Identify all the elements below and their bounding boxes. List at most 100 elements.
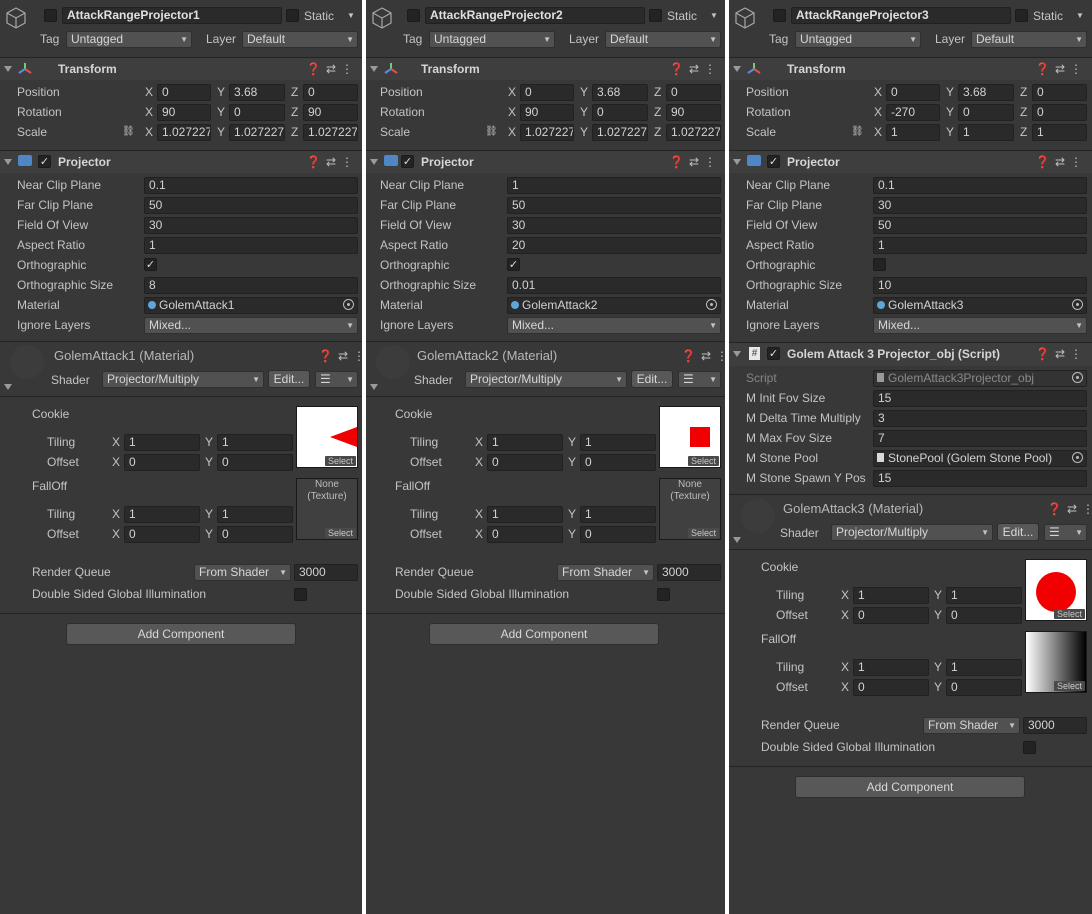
- double-sided-gi-checkbox[interactable]: [1023, 741, 1036, 754]
- gameobject-name-field[interactable]: AttackRangeProjector2: [425, 7, 645, 24]
- material-field[interactable]: GolemAttack2: [507, 297, 721, 314]
- active-checkbox[interactable]: [773, 9, 786, 22]
- falloff-offset-x-field[interactable]: 0: [853, 679, 929, 696]
- aspect-field[interactable]: 20: [507, 237, 721, 254]
- active-checkbox[interactable]: [407, 9, 420, 22]
- projector-enabled-checkbox[interactable]: ✓: [767, 155, 780, 168]
- render-queue-field[interactable]: 3000: [294, 564, 358, 581]
- foldout-arrow-icon[interactable]: [4, 159, 12, 165]
- position-y-field[interactable]: 3.68: [592, 84, 648, 101]
- select-button[interactable]: Select: [324, 528, 356, 538]
- cookie-offset-x-field[interactable]: 0: [124, 454, 200, 471]
- cookie-offset-y-field[interactable]: 0: [946, 607, 1022, 624]
- render-queue-dropdown[interactable]: From Shader ▼: [557, 564, 654, 581]
- far-clip-field[interactable]: 50: [507, 197, 721, 214]
- select-button[interactable]: Select: [687, 456, 719, 466]
- position-z-field[interactable]: 0: [303, 84, 358, 101]
- edit-shader-button[interactable]: Edit...: [997, 523, 1039, 541]
- component-header-icons[interactable]: ❓⇄⋮: [306, 62, 358, 76]
- shader-options-dropdown[interactable]: ☰ ▼: [678, 371, 721, 388]
- scale-x-field[interactable]: 1.027227: [520, 124, 574, 141]
- cookie-texture-slot[interactable]: Select: [1025, 559, 1087, 621]
- projector-enabled-checkbox[interactable]: ✓: [401, 155, 414, 168]
- scale-y-field[interactable]: 1: [958, 124, 1014, 141]
- falloff-offset-x-field[interactable]: 0: [124, 526, 200, 543]
- stone-pool-field[interactable]: StonePool (Golem Stone Pool): [873, 450, 1087, 467]
- shader-dropdown[interactable]: Projector/Multiply ▼: [102, 371, 264, 388]
- rotation-y-field[interactable]: 0: [592, 104, 648, 121]
- double-sided-gi-checkbox[interactable]: [294, 588, 307, 601]
- position-z-field[interactable]: 0: [1032, 84, 1087, 101]
- cookie-texture-slot[interactable]: Select: [659, 406, 721, 468]
- constrain-proportions-link-icon[interactable]: ⛓: [851, 124, 864, 140]
- transform-header[interactable]: Transform ❓⇄⋮: [0, 57, 362, 80]
- ignore-layers-dropdown[interactable]: Mixed... ▼: [873, 317, 1087, 334]
- add-component-button[interactable]: Add Component: [429, 623, 659, 645]
- static-checkbox[interactable]: [286, 9, 299, 22]
- falloff-offset-x-field[interactable]: 0: [487, 526, 563, 543]
- scale-z-field[interactable]: 1.027227: [666, 124, 721, 141]
- position-y-field[interactable]: 3.68: [958, 84, 1014, 101]
- rotation-x-field[interactable]: 90: [520, 104, 574, 121]
- cookie-tiling-y-field[interactable]: 1: [946, 587, 1022, 604]
- foldout-arrow-icon[interactable]: [733, 351, 741, 357]
- falloff-tiling-x-field[interactable]: 1: [487, 506, 563, 523]
- shader-dropdown[interactable]: Projector/Multiply ▼: [465, 371, 627, 388]
- script-header[interactable]: # ✓ Golem Attack 3 Projector_obj (Script…: [729, 342, 1092, 366]
- falloff-tiling-x-field[interactable]: 1: [853, 659, 929, 676]
- max-fov-field[interactable]: 7: [873, 430, 1087, 447]
- select-button[interactable]: Select: [324, 456, 356, 466]
- rotation-z-field[interactable]: 90: [666, 104, 721, 121]
- orthographic-checkbox[interactable]: ✓: [144, 258, 157, 271]
- falloff-offset-y-field[interactable]: 0: [946, 679, 1022, 696]
- projector-enabled-checkbox[interactable]: ✓: [38, 155, 51, 168]
- shader-dropdown[interactable]: Projector/Multiply ▼: [831, 524, 993, 541]
- falloff-texture-slot[interactable]: None (Texture) Select: [296, 478, 358, 540]
- rotation-y-field[interactable]: 0: [958, 104, 1014, 121]
- rotation-z-field[interactable]: 90: [303, 104, 358, 121]
- falloff-tiling-y-field[interactable]: 1: [580, 506, 656, 523]
- position-x-field[interactable]: 0: [886, 84, 940, 101]
- falloff-offset-y-field[interactable]: 0: [217, 526, 293, 543]
- shader-options-dropdown[interactable]: ☰ ▼: [1044, 524, 1087, 541]
- layer-dropdown[interactable]: Default ▼: [971, 31, 1087, 48]
- falloff-texture-slot[interactable]: None (Texture) Select: [659, 478, 721, 540]
- ignore-layers-dropdown[interactable]: Mixed... ▼: [144, 317, 358, 334]
- foldout-arrow-icon[interactable]: [733, 537, 741, 543]
- layer-dropdown[interactable]: Default ▼: [605, 31, 721, 48]
- foldout-arrow-icon[interactable]: [370, 384, 378, 390]
- object-picker-icon[interactable]: [706, 299, 717, 310]
- cookie-tiling-x-field[interactable]: 1: [487, 434, 563, 451]
- falloff-tiling-y-field[interactable]: 1: [946, 659, 1022, 676]
- projector-header[interactable]: ✓ Projector ❓⇄⋮: [0, 150, 362, 173]
- static-checkbox[interactable]: [649, 9, 662, 22]
- rotation-y-field[interactable]: 0: [229, 104, 285, 121]
- foldout-arrow-icon[interactable]: [733, 159, 741, 165]
- gameobject-name-field[interactable]: AttackRangeProjector1: [62, 7, 282, 24]
- foldout-arrow-icon[interactable]: [370, 66, 378, 72]
- component-header-icons[interactable]: ❓⇄⋮: [318, 349, 362, 363]
- position-x-field[interactable]: 0: [157, 84, 211, 101]
- foldout-arrow-icon[interactable]: [4, 384, 12, 390]
- component-header-icons[interactable]: ❓⇄⋮: [681, 349, 725, 363]
- component-header-icons[interactable]: ❓⇄⋮: [1047, 502, 1092, 516]
- position-z-field[interactable]: 0: [666, 84, 721, 101]
- cookie-offset-x-field[interactable]: 0: [487, 454, 563, 471]
- component-header-icons[interactable]: ❓⇄⋮: [306, 155, 358, 169]
- scale-x-field[interactable]: 1.027227: [157, 124, 211, 141]
- rotation-x-field[interactable]: -270: [886, 104, 940, 121]
- add-component-button[interactable]: Add Component: [795, 776, 1025, 798]
- constrain-proportions-link-icon[interactable]: ⛓: [122, 124, 135, 140]
- orthographic-checkbox[interactable]: [873, 258, 886, 271]
- double-sided-gi-checkbox[interactable]: [657, 588, 670, 601]
- near-clip-field[interactable]: 0.1: [144, 177, 358, 194]
- active-checkbox[interactable]: [44, 9, 57, 22]
- aspect-field[interactable]: 1: [144, 237, 358, 254]
- cookie-tiling-y-field[interactable]: 1: [217, 434, 293, 451]
- projector-header[interactable]: ✓ Projector ❓⇄⋮: [729, 150, 1092, 173]
- cookie-tiling-x-field[interactable]: 1: [853, 587, 929, 604]
- component-header-icons[interactable]: ❓⇄⋮: [669, 155, 721, 169]
- stone-spawn-y-field[interactable]: 15: [873, 470, 1087, 487]
- add-component-button[interactable]: Add Component: [66, 623, 296, 645]
- ortho-size-field[interactable]: 10: [873, 277, 1087, 294]
